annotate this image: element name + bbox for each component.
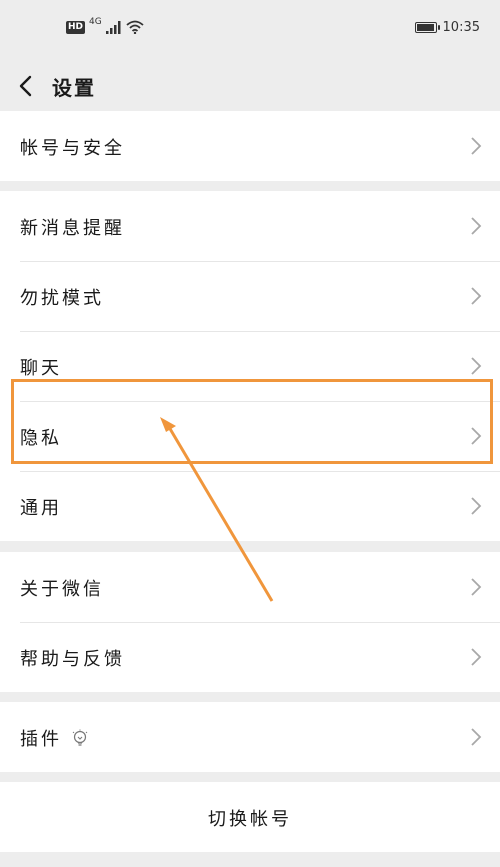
chevron-right-icon [471,728,482,746]
row-help-feedback[interactable]: 帮助与反馈 [0,622,500,692]
chevron-right-icon [471,648,482,666]
row-label: 勿扰模式 [20,288,104,309]
row-label: 插件 [20,725,88,751]
settings-group-plugins: 插件 [0,702,500,772]
settings-group-about: 关于微信 帮助与反馈 [0,552,500,692]
wifi-icon [126,20,144,34]
chevron-right-icon [471,287,482,305]
chevron-right-icon [471,497,482,515]
row-label: 隐私 [20,428,62,449]
chevron-right-icon [471,578,482,596]
status-right: 10:35 [414,20,480,35]
hd-badge: HD [66,20,86,34]
row-label: 新消息提醒 [20,218,125,239]
lightbulb-icon [72,729,88,746]
row-privacy[interactable]: 隐私 [0,401,500,471]
row-about-wechat[interactable]: 关于微信 [0,552,500,622]
chevron-right-icon [471,427,482,445]
status-left: HD 4G [66,17,144,34]
chevron-right-icon [471,217,482,235]
settings-group-account: 帐号与安全 [0,111,500,181]
row-label: 关于微信 [20,579,104,600]
settings-group-general: 新消息提醒 勿扰模式 聊天 隐私 通用 [0,191,500,541]
battery-level [416,24,434,31]
back-button[interactable] [12,70,44,102]
row-chat[interactable]: 聊天 [0,331,500,401]
chevron-right-icon [471,137,482,155]
row-general[interactable]: 通用 [0,471,500,541]
row-new-message-alerts[interactable]: 新消息提醒 [0,191,500,261]
row-label-text: 插件 [20,729,62,750]
nav-bar: 设置 [0,62,500,110]
row-label: 帮助与反馈 [20,649,125,670]
switch-account-label: 切换帐号 [208,809,292,830]
chevron-left-icon [19,75,32,97]
chevron-right-icon [471,357,482,375]
row-plugins[interactable]: 插件 [0,702,500,772]
page-title: 设置 [52,76,96,100]
row-account-security[interactable]: 帐号与安全 [0,111,500,181]
row-do-not-disturb[interactable]: 勿扰模式 [0,261,500,331]
signal-icon [105,20,121,34]
status-bar: HD 4G 10:35 [0,0,500,62]
switch-account-button[interactable]: 切换帐号 [0,782,500,852]
row-label: 帐号与安全 [20,138,125,159]
battery-icon [414,22,440,33]
network-type: 4G [89,17,102,27]
status-time: 10:35 [442,20,480,35]
row-label: 通用 [20,498,62,519]
row-label: 聊天 [20,358,62,379]
